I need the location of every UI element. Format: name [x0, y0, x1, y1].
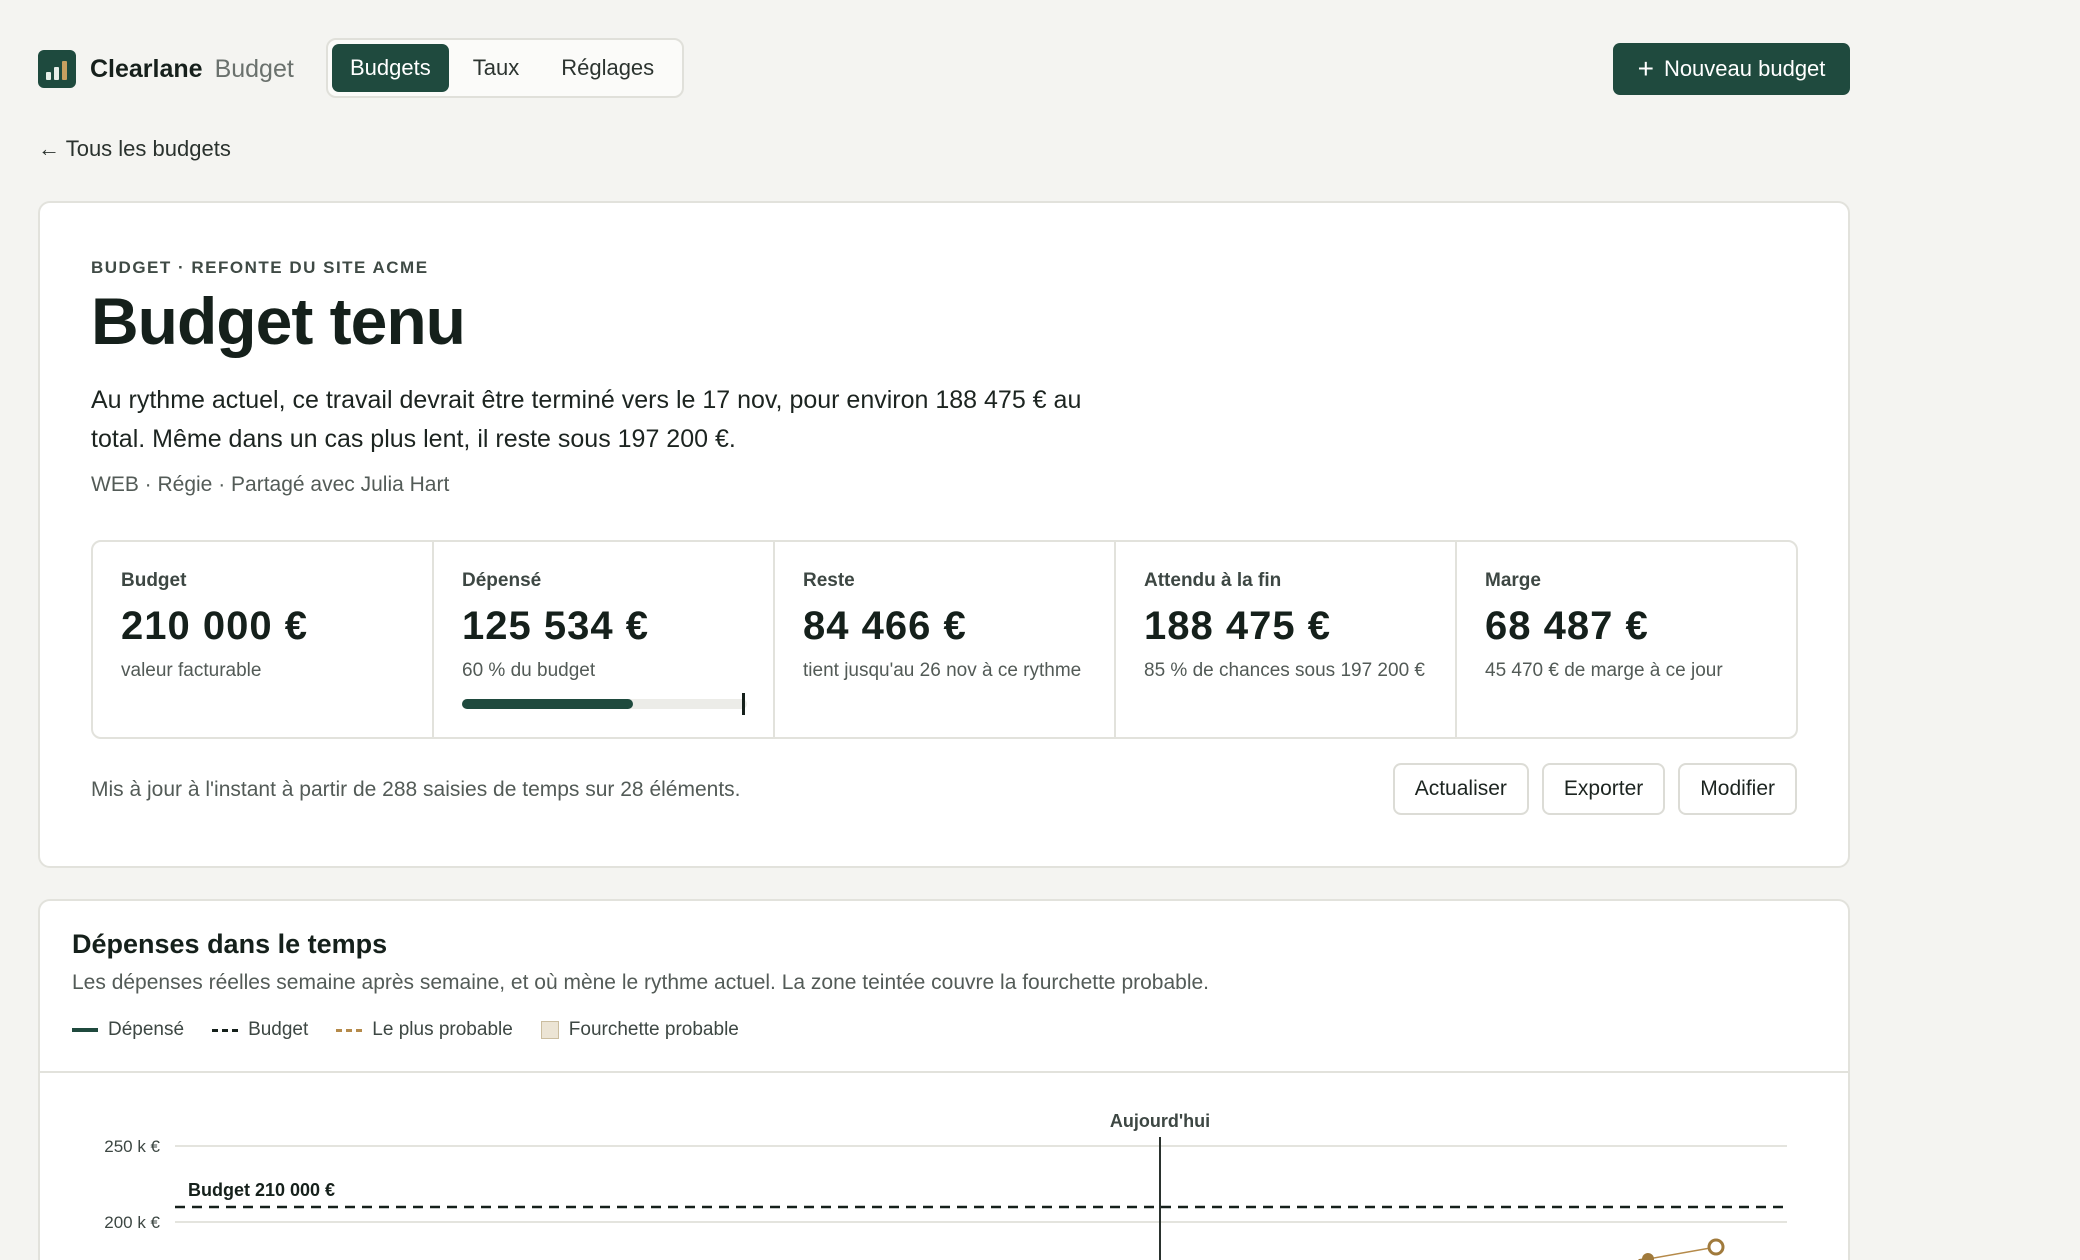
summary-actions: Actualiser Exporter Modifier	[1380, 763, 1797, 815]
new-budget-button[interactable]: + Nouveau budget	[1613, 43, 1850, 95]
stat-note: valeur facturable	[121, 660, 262, 681]
stat-note: 45 470 € de marge à ce jour	[1485, 660, 1723, 681]
brand[interactable]: Clearlane Budget	[38, 50, 294, 88]
stat-value: 68 487 €	[1485, 604, 1649, 648]
stat-label: Dépensé	[462, 570, 542, 591]
stat-value: 125 534 €	[462, 604, 649, 648]
budget-meta: WEB · Régie · Partagé avec Julia Hart	[91, 473, 450, 496]
stat-label: Reste	[803, 570, 855, 591]
stat-expected: Attendu à la fin 188 475 € 85 % de chanc…	[1116, 542, 1457, 737]
stats-row: Budget 210 000 € valeur facturable Dépen…	[91, 540, 1798, 739]
stat-note: 60 % du budget	[462, 660, 596, 681]
chart-legend: Dépensé Budget Le plus probable Fourchet…	[72, 1019, 767, 1041]
legend-swatch	[540, 1021, 559, 1039]
refresh-button[interactable]: Actualiser	[1392, 763, 1529, 815]
stat-label: Marge	[1485, 570, 1541, 591]
stat-budget: Budget 210 000 € valeur facturable	[93, 542, 434, 737]
tab-budgets[interactable]: Budgets	[332, 44, 449, 92]
back-to-budgets-link[interactable]: ← Tous les budgets	[38, 136, 231, 162]
chart-subtitle: Les dépenses réelles semaine après semai…	[72, 971, 1210, 994]
y-tick-label: 200 k €	[104, 1213, 160, 1232]
stat-value: 188 475 €	[1144, 604, 1331, 648]
top-bar: Clearlane Budget Budgets Taux Réglages +…	[38, 38, 1850, 100]
stat-label: Attendu à la fin	[1144, 570, 1282, 591]
stat-spent: Dépensé 125 534 € 60 % du budget	[434, 542, 775, 737]
brand-product: Budget	[214, 54, 294, 83]
legend-spent: Dépensé	[72, 1019, 184, 1041]
update-status: Mis à jour à l'instant à partir de 288 s…	[91, 778, 741, 801]
likely-point	[1642, 1253, 1654, 1260]
budget-limit-marker	[742, 693, 745, 715]
tab-taux[interactable]: Taux	[455, 44, 537, 92]
stat-note: 85 % de chances sous 197 200 €	[1144, 660, 1425, 681]
brand-logo-icon	[38, 50, 76, 88]
legend-label: Fourchette probable	[568, 1019, 739, 1040]
stat-value: 84 466 €	[803, 604, 967, 648]
legend-likely: Le plus probable	[336, 1019, 513, 1041]
page-title: Budget tenu	[91, 284, 466, 358]
likely-end-point	[1707, 1238, 1725, 1256]
budget-summary-card: BUDGET · REFONTE DU SITE ACME Budget ten…	[38, 201, 1850, 868]
today-label: Aujourd'hui	[1110, 1111, 1210, 1131]
legend-label: Budget	[248, 1019, 309, 1040]
legend-swatch	[212, 1028, 239, 1032]
legend-budget: Budget	[212, 1019, 308, 1041]
legend-range: Fourchette probable	[540, 1019, 739, 1041]
spend-chart-card: Dépenses dans le temps Les dépenses réel…	[38, 899, 1850, 1260]
edit-button[interactable]: Modifier	[1678, 763, 1797, 815]
eyebrow: BUDGET · REFONTE DU SITE ACME	[91, 258, 429, 277]
plus-icon: +	[1637, 53, 1654, 84]
stat-value: 210 000 €	[121, 604, 308, 648]
stat-note: tient jusqu'au 26 nov à ce rythme	[803, 660, 1082, 681]
brand-name: Clearlane	[90, 54, 203, 83]
legend-label: Le plus probable	[372, 1019, 513, 1040]
spend-chart: 250 k € 200 k € Budget 210 000 € Aujourd…	[104, 1111, 1787, 1260]
stat-remaining: Reste 84 466 € tient jusqu'au 26 nov à c…	[775, 542, 1116, 737]
y-tick-label: 250 k €	[104, 1137, 160, 1156]
spent-progress-fill	[462, 699, 633, 709]
legend-swatch	[72, 1028, 98, 1032]
export-button[interactable]: Exporter	[1541, 763, 1666, 815]
budget-line-label: Budget 210 000 €	[188, 1180, 335, 1200]
new-budget-label: Nouveau budget	[1663, 56, 1826, 81]
stat-label: Budget	[121, 570, 187, 591]
main-tabs: Budgets Taux Réglages	[326, 38, 685, 98]
legend-swatch	[336, 1028, 363, 1032]
likely-end-connector	[1647, 1246, 1717, 1260]
tab-reglages[interactable]: Réglages	[543, 44, 672, 92]
legend-label: Dépensé	[108, 1019, 185, 1040]
stat-margin: Marge 68 487 € 45 470 € de marge à ce jo…	[1457, 542, 1796, 737]
spent-progress-bar	[462, 693, 747, 715]
chart-title: Dépenses dans le temps	[72, 929, 388, 959]
summary-lead: Au rythme actuel, ce travail devrait êtr…	[91, 386, 1082, 453]
